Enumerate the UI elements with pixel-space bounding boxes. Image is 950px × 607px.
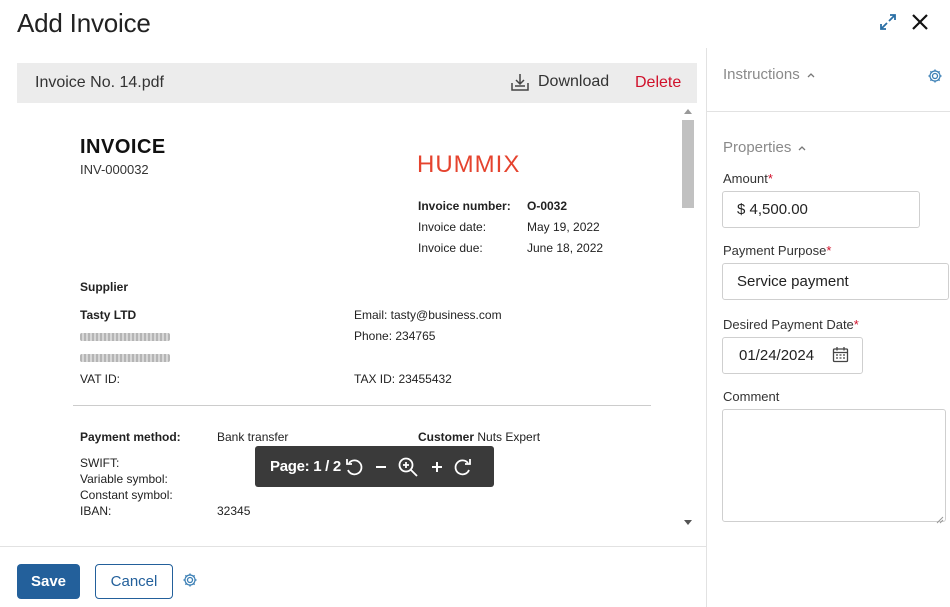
invoice-date-value: May 19, 2022 (527, 220, 600, 234)
delete-button[interactable]: Delete (635, 74, 681, 92)
save-button[interactable]: Save (17, 564, 80, 599)
download-label: Download (538, 73, 610, 90)
iban-value: 32345 (217, 504, 251, 518)
customer: Customer Nuts Expert (418, 430, 540, 444)
payment-date-label-text: Desired Payment Date (723, 317, 854, 332)
payment-date-label: Desired Payment Date* (723, 317, 859, 332)
payment-method-value: Bank transfer (217, 430, 289, 444)
resize-grip-icon[interactable] (935, 511, 944, 524)
variable-symbol-label: Variable symbol: (80, 472, 168, 486)
invoice-date-label: Invoice date: (418, 220, 487, 234)
zoom-out-icon[interactable] (370, 456, 392, 478)
rotate-right-icon[interactable] (452, 456, 474, 478)
section-divider (707, 111, 950, 112)
chevron-up-icon (807, 72, 815, 77)
page-toolbar: Page: 1 / 2 (255, 446, 494, 487)
supplier-phone: Phone: 234765 (354, 329, 436, 343)
required-marker: * (767, 171, 773, 186)
zoom-icon[interactable] (397, 456, 419, 478)
page-title: Add Invoice (17, 8, 151, 38)
payment-purpose-label: Payment Purpose* (723, 243, 831, 258)
gear-icon[interactable] (927, 68, 943, 84)
scroll-thumb[interactable] (682, 120, 694, 208)
invoice-due-label: Invoice due: (418, 241, 483, 255)
invoice-number: INV-000032 (80, 162, 149, 177)
sidebar-divider (706, 48, 707, 607)
page-indicator: Page: 1 / 2 (270, 458, 341, 475)
download-button[interactable]: Download (510, 72, 609, 92)
gear-icon[interactable] (182, 572, 198, 588)
logo-text: HUMMIX (417, 151, 520, 175)
supplier-heading: Supplier (80, 280, 129, 294)
instructions-label: Instructions (723, 66, 800, 83)
instructions-toggle[interactable]: Instructions (723, 66, 816, 83)
document-divider (73, 405, 651, 406)
invoice-due-value: June 18, 2022 (527, 241, 604, 255)
payment-method-label: Payment method: (80, 430, 181, 444)
calendar-icon[interactable] (832, 346, 849, 363)
redacted-line (80, 333, 170, 341)
viewer-header: Invoice No. 14.pdf Download Delete (17, 63, 697, 103)
redacted-line (80, 354, 170, 362)
invoice-title: INVOICE (80, 136, 166, 158)
iban-label: IBAN: (80, 504, 112, 518)
comment-field[interactable] (722, 409, 946, 522)
expand-icon[interactable] (876, 10, 900, 34)
constant-symbol-label: Constant symbol: (80, 488, 173, 502)
chevron-up-icon (798, 145, 806, 150)
properties-label: Properties (723, 139, 792, 156)
supplier-email: Email: tasty@business.com (354, 308, 502, 322)
payment-purpose-label-text: Payment Purpose (723, 243, 827, 258)
amount-label-text: Amount (723, 171, 768, 186)
customer-value: Nuts Expert (477, 430, 541, 444)
invoice-number-label: Invoice number: (418, 199, 511, 213)
rotate-left-icon[interactable] (343, 456, 365, 478)
amount-label: Amount* (723, 171, 773, 186)
customer-label: Customer (418, 430, 475, 444)
required-marker: * (826, 243, 832, 258)
scroll-up-arrow-icon[interactable] (684, 109, 692, 114)
comment-label: Comment (723, 389, 780, 404)
properties-toggle[interactable]: Properties (723, 139, 807, 156)
close-icon[interactable] (908, 10, 932, 34)
vat-id: VAT ID: (80, 372, 121, 386)
zoom-in-icon[interactable] (426, 456, 448, 478)
download-icon (511, 74, 529, 91)
tax-id: TAX ID: 23455432 (354, 372, 452, 386)
required-marker: * (853, 317, 859, 332)
hummix-logo: HUMMIX (417, 151, 529, 180)
swift-label: SWIFT: (80, 456, 120, 470)
footer-divider (0, 546, 706, 547)
document-scrollbar[interactable] (680, 104, 696, 530)
cancel-button[interactable]: Cancel (95, 564, 173, 599)
supplier-name: Tasty LTD (80, 308, 137, 322)
invoice-number-value: O-0032 (527, 199, 568, 213)
amount-field[interactable]: $ 4,500.00 (722, 191, 920, 228)
scroll-down-arrow-icon[interactable] (684, 520, 692, 525)
file-name: Invoice No. 14.pdf (35, 74, 164, 91)
payment-purpose-field[interactable]: Service payment (722, 263, 949, 300)
